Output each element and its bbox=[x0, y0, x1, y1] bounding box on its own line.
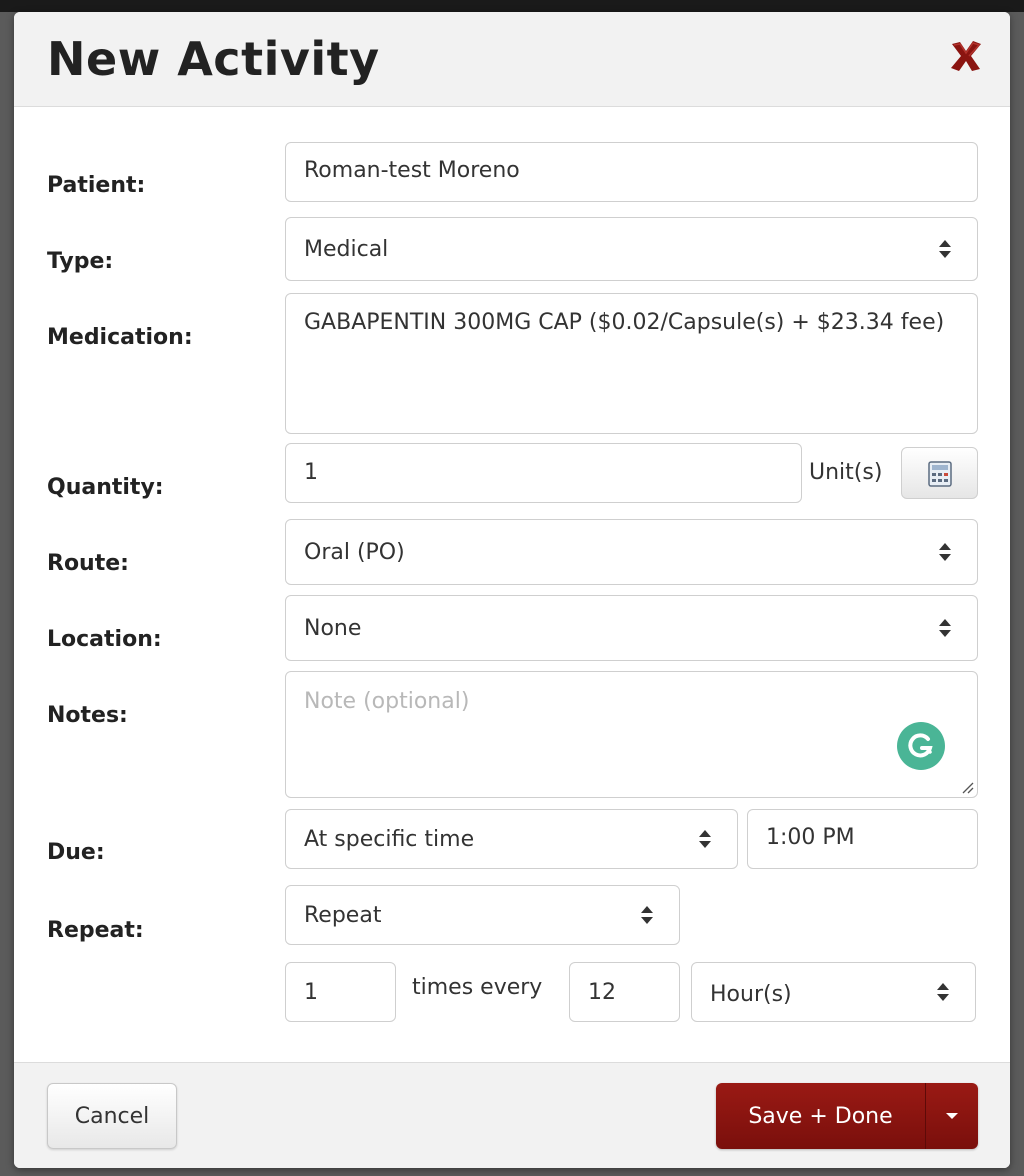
quantity-unit: Unit(s) bbox=[809, 460, 883, 485]
modal-title: New Activity bbox=[47, 32, 380, 86]
save-options-dropdown-button[interactable] bbox=[926, 1083, 978, 1149]
medication-label: Medication: bbox=[47, 325, 193, 350]
select-arrows-icon bbox=[939, 619, 951, 637]
due-label: Due: bbox=[47, 840, 105, 865]
notes-label: Notes: bbox=[47, 703, 128, 728]
repeat-interval-unit-select[interactable]: Hour(s) bbox=[691, 962, 976, 1022]
repeat-times-value: 1 bbox=[304, 980, 318, 1005]
notes-textarea[interactable]: Note (optional) bbox=[285, 671, 978, 798]
route-label: Route: bbox=[47, 551, 129, 576]
notes-placeholder: Note (optional) bbox=[304, 689, 470, 714]
select-arrows-icon bbox=[641, 906, 653, 924]
modal-header: New Activity bbox=[14, 12, 1010, 107]
caret-down-icon bbox=[946, 1113, 958, 1119]
due-mode-select[interactable]: At specific time bbox=[285, 809, 738, 869]
new-activity-modal: New Activity Patient: Roman-test Moreno … bbox=[14, 12, 1010, 1168]
close-icon[interactable] bbox=[946, 36, 986, 76]
location-label: Location: bbox=[47, 627, 162, 652]
route-value: Oral (PO) bbox=[304, 540, 405, 565]
repeat-times-input[interactable]: 1 bbox=[285, 962, 396, 1022]
resize-handle-icon[interactable] bbox=[960, 780, 974, 794]
select-arrows-icon bbox=[939, 240, 951, 258]
repeat-mode-value: Repeat bbox=[304, 903, 382, 928]
repeat-interval-unit-value: Hour(s) bbox=[710, 982, 792, 1007]
repeat-label: Repeat: bbox=[47, 918, 144, 943]
patient-value: Roman-test Moreno bbox=[304, 158, 520, 183]
select-arrows-icon bbox=[939, 543, 951, 561]
route-select[interactable]: Oral (PO) bbox=[285, 519, 978, 585]
patient-field[interactable]: Roman-test Moreno bbox=[285, 142, 978, 202]
repeat-mode-select[interactable]: Repeat bbox=[285, 885, 680, 945]
grammarly-icon[interactable] bbox=[897, 722, 945, 770]
location-select[interactable]: None bbox=[285, 595, 978, 661]
select-arrows-icon bbox=[937, 983, 949, 1001]
select-arrows-icon bbox=[699, 830, 711, 848]
save-done-button[interactable]: Save + Done bbox=[716, 1083, 926, 1149]
type-label: Type: bbox=[47, 249, 114, 274]
cancel-button[interactable]: Cancel bbox=[47, 1083, 177, 1149]
due-time-value: 1:00 PM bbox=[766, 825, 855, 850]
repeat-interval-value: 12 bbox=[588, 980, 616, 1005]
times-every-label: times every bbox=[412, 975, 543, 1000]
due-time-input[interactable]: 1:00 PM bbox=[747, 809, 978, 869]
due-mode-value: At specific time bbox=[304, 827, 475, 852]
save-button-group: Save + Done bbox=[716, 1083, 978, 1149]
type-select[interactable]: Medical bbox=[285, 217, 978, 281]
modal-footer: Cancel Save + Done bbox=[14, 1062, 1010, 1168]
backdrop-top-bar bbox=[0, 0, 1024, 12]
location-value: None bbox=[304, 616, 362, 641]
calculator-button[interactable] bbox=[901, 447, 978, 499]
medication-field[interactable]: GABAPENTIN 300MG CAP ($0.02/Capsule(s) +… bbox=[285, 293, 978, 434]
patient-label: Patient: bbox=[47, 173, 146, 198]
type-value: Medical bbox=[304, 237, 389, 262]
calculator-icon bbox=[928, 461, 952, 487]
quantity-input[interactable]: 1 bbox=[285, 443, 802, 503]
repeat-interval-input[interactable]: 12 bbox=[569, 962, 680, 1022]
quantity-value: 1 bbox=[304, 460, 318, 485]
medication-value: GABAPENTIN 300MG CAP ($0.02/Capsule(s) +… bbox=[304, 310, 945, 335]
quantity-label: Quantity: bbox=[47, 475, 164, 500]
